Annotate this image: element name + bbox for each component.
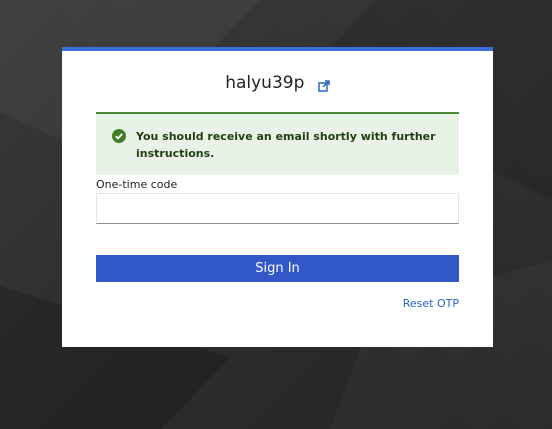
login-header: halyu39p [62,73,493,93]
success-alert: You should receive an email shortly with… [96,112,459,175]
check-circle-icon [112,129,126,143]
username-label: halyu39p [225,73,305,93]
external-link-icon[interactable] [318,77,330,92]
login-card: halyu39p You should receive an email sho… [62,47,493,347]
otp-input[interactable] [96,193,459,224]
reset-otp-link[interactable]: Reset OTP [403,297,459,310]
otp-label: One-time code [96,178,178,191]
alert-message: You should receive an email shortly with… [136,130,436,160]
sign-in-button[interactable]: Sign In [96,255,459,282]
